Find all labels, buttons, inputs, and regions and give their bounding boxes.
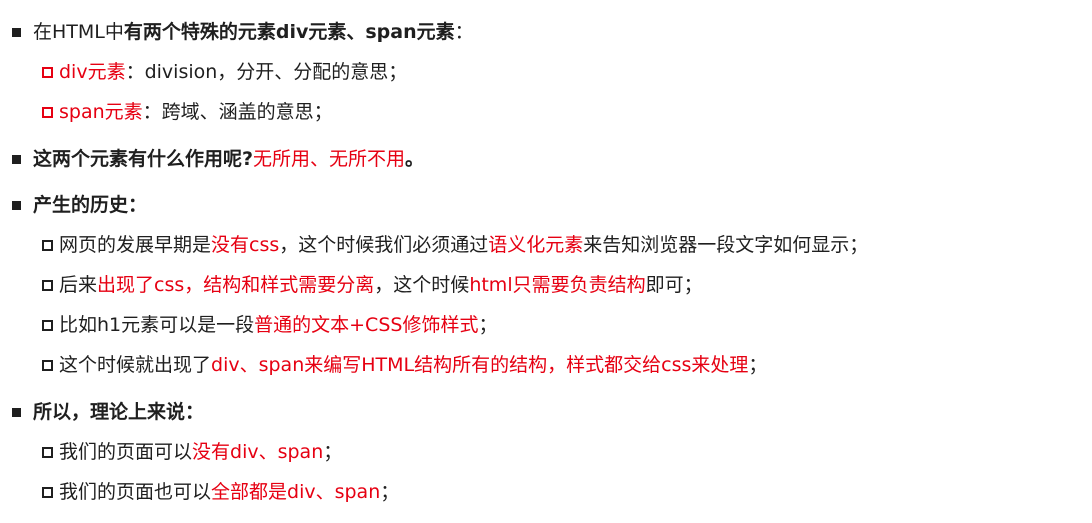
history-item: 比如h1元素可以是一段 普通的文本+CSS修饰样式 ；: [42, 312, 497, 338]
history-item-text: 这个时候就出现了: [59, 354, 212, 376]
history-item-highlight: 结构和样式需要分离: [203, 274, 375, 296]
history-item-text: ；: [748, 354, 768, 376]
conclusion-item-highlight: 没有div、span: [192, 441, 324, 463]
conclusion-heading: 所以，理论上来说：: [33, 401, 205, 423]
hollow-square-icon: [42, 486, 53, 498]
history-item-text: ，: [547, 354, 567, 376]
intro-bold: 有两个特殊的元素div元素、span元素: [123, 21, 455, 43]
hollow-square-icon: [42, 239, 53, 251]
role-end: 。: [405, 148, 425, 170]
filled-square-icon: [12, 200, 21, 210]
div-term: div元素: [59, 61, 126, 83]
filled-square-icon: [12, 154, 21, 164]
history-item-text: ，这个时候我们必须通过: [279, 234, 489, 256]
history-item-highlight: html只需要负责结构: [469, 274, 646, 296]
intro-pre: 在HTML中: [33, 21, 124, 43]
history-item-highlight: 出现了css: [97, 274, 185, 296]
role-question-line: 这两个元素有什么作用呢? 无所用、无所不用 。: [12, 146, 424, 172]
history-item-highlight: 语义化元素: [488, 234, 584, 256]
role-question: 这两个元素有什么作用呢?: [33, 148, 254, 170]
span-description: ：跨域、涵盖的意思；: [142, 101, 333, 123]
filled-square-icon: [12, 27, 21, 37]
hollow-square-icon: [42, 319, 53, 331]
intro-line: 在HTML中 有两个特殊的元素div元素、span元素 ：: [12, 19, 474, 45]
history-item: 网页的发展早期是 没有css ，这个时候我们必须通过 语义化元素 来告知浏览器一…: [42, 232, 868, 258]
history-item-text: ，这个时候: [374, 274, 470, 296]
hollow-square-icon: [42, 359, 53, 371]
hollow-square-icon: [42, 106, 53, 118]
span-term: span元素: [59, 101, 143, 123]
conclusion-item-highlight: 全部都是div、span: [211, 481, 381, 503]
span-definition-line: span元素 ：跨域、涵盖的意思；: [42, 99, 333, 125]
history-heading: 产生的历史：: [33, 194, 148, 216]
intro-post: ：: [454, 21, 474, 43]
conclusion-item: 我们的页面也可以 全部都是div、span ；: [42, 479, 399, 505]
history-item-highlight: 样式都交给css来处理: [566, 354, 749, 376]
history-item-text: 比如h1元素可以是一段: [59, 314, 255, 336]
history-item: 这个时候就出现了 div、span来编写HTML结构所有的结构 ， 样式都交给c…: [42, 352, 767, 378]
conclusion-item-text: 我们的页面可以: [59, 441, 193, 463]
hollow-square-icon: [42, 446, 53, 458]
history-item-highlight: 没有css: [211, 234, 280, 256]
history-item-text: ，: [184, 274, 204, 296]
div-definition-line: div元素 ：division，分开、分配的意思；: [42, 59, 407, 85]
history-item-text: 网页的发展早期是: [59, 234, 212, 256]
conclusion-item-text: ；: [380, 481, 400, 503]
history-heading-line: 产生的历史：: [12, 192, 147, 218]
history-item-highlight: 普通的文本+CSS修饰样式: [254, 314, 479, 336]
history-item-text: 后来: [59, 274, 98, 296]
filled-square-icon: [12, 407, 21, 417]
hollow-square-icon: [42, 66, 53, 78]
conclusion-heading-line: 所以，理论上来说：: [12, 399, 204, 425]
hollow-square-icon: [42, 279, 53, 291]
div-description: ：division，分开、分配的意思；: [125, 61, 408, 83]
history-item-highlight: div、span来编写HTML结构所有的结构: [211, 354, 548, 376]
history-item-text: 来告知浏览器一段文字如何显示；: [583, 234, 869, 256]
conclusion-item-text: ；: [323, 441, 343, 463]
history-item-text: ；: [478, 314, 498, 336]
history-item: 后来 出现了css ， 结构和样式需要分离 ，这个时候 html只需要负责结构 …: [42, 272, 703, 298]
history-item-text: 即可；: [645, 274, 703, 296]
conclusion-item: 我们的页面可以 没有div、span ；: [42, 439, 342, 465]
conclusion-item-text: 我们的页面也可以: [59, 481, 212, 503]
role-answer: 无所用、无所不用: [253, 148, 406, 170]
